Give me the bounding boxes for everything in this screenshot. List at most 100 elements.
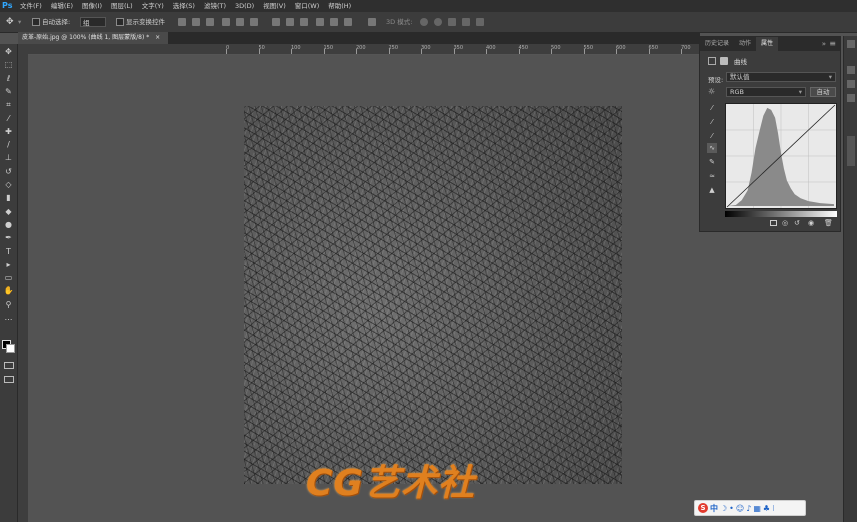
eraser-icon[interactable]: ◇ xyxy=(3,180,14,190)
zoom-icon[interactable]: ⚲ xyxy=(3,300,14,310)
distribute-bottom-icon[interactable] xyxy=(300,18,308,26)
align-left-icon[interactable] xyxy=(222,18,230,26)
distribute-top-icon[interactable] xyxy=(272,18,280,26)
menu-item[interactable]: 视图(V) xyxy=(263,0,286,12)
gradient-icon[interactable]: ▮ xyxy=(3,193,14,203)
smooth-curve-icon[interactable]: ≈ xyxy=(707,171,717,181)
dodge-icon[interactable]: ● xyxy=(3,220,14,230)
menu-item[interactable]: 编辑(E) xyxy=(51,0,73,12)
background-color-swatch[interactable] xyxy=(6,344,15,353)
lasso-icon[interactable]: ℓ xyxy=(3,74,14,84)
3d-roll-icon[interactable] xyxy=(434,18,442,26)
menu-item[interactable]: 文件(F) xyxy=(20,0,42,12)
on-image-adjust-icon[interactable]: ⁄ xyxy=(707,103,717,113)
microphone-icon[interactable]: ♪ xyxy=(746,504,751,513)
move-icon[interactable]: ✥ xyxy=(3,47,14,57)
layers-icon[interactable] xyxy=(847,66,855,74)
stamp-icon[interactable]: ⊥ xyxy=(3,153,14,163)
menu-item[interactable]: 图层(L) xyxy=(111,0,133,12)
healing-icon[interactable]: ✚ xyxy=(3,127,14,137)
3d-scale-icon[interactable] xyxy=(476,18,484,26)
menu-item[interactable]: 帮助(H) xyxy=(328,0,351,12)
brush-icon[interactable]: / xyxy=(3,140,14,150)
type-icon[interactable]: T xyxy=(3,247,14,257)
checkbox-box[interactable] xyxy=(116,18,124,26)
punctuation-icon[interactable]: • xyxy=(729,504,734,513)
document-tab[interactable]: 皮革-原始.jpg @ 100% (曲线 1, 图层蒙版/8) * × xyxy=(18,32,168,44)
tool-preset-chevron-icon[interactable]: ▾ xyxy=(18,17,21,27)
target-adjust-icon[interactable]: ☼ xyxy=(708,87,715,96)
clip-to-layer-icon[interactable] xyxy=(770,220,777,226)
pen-icon[interactable]: ✒ xyxy=(3,233,14,243)
quick-mask-icon[interactable] xyxy=(4,362,14,369)
menu-item[interactable]: 文字(Y) xyxy=(142,0,164,12)
menu-item[interactable]: 3D(D) xyxy=(235,0,254,12)
panel-tab[interactable]: 历史记录 xyxy=(700,37,734,51)
align-right-icon[interactable] xyxy=(250,18,258,26)
clipping-warning-icon[interactable]: ▲ xyxy=(707,185,717,195)
quick-select-icon[interactable]: ✎ xyxy=(3,87,14,97)
skin-icon[interactable]: ♣ xyxy=(763,504,770,513)
paths-icon[interactable] xyxy=(847,94,855,102)
auto-select-checkbox[interactable]: 自动选择: xyxy=(32,17,70,27)
auto-align-icon[interactable] xyxy=(368,18,376,26)
menu-item[interactable]: 窗口(W) xyxy=(295,0,320,12)
blur-icon[interactable]: ◆ xyxy=(3,207,14,217)
align-top-icon[interactable] xyxy=(178,18,186,26)
delete-trash-icon[interactable]: 🗑 xyxy=(824,219,833,227)
rectangle-icon[interactable]: ▭ xyxy=(3,273,14,283)
move-tool-icon[interactable]: ✥ xyxy=(6,17,14,27)
3d-orbit-icon[interactable] xyxy=(420,18,428,26)
visibility-eye-icon[interactable]: ◉ xyxy=(808,219,814,227)
channels-icon[interactable] xyxy=(847,80,855,88)
auto-button[interactable]: 自动 xyxy=(810,87,836,97)
pencil-tool-icon[interactable]: ✎ xyxy=(707,157,717,167)
marquee-icon[interactable]: ⬚ xyxy=(3,60,14,70)
more-tools-icon[interactable]: … xyxy=(3,313,14,323)
view-previous-icon[interactable]: ◎ xyxy=(782,219,788,227)
3d-pan-icon[interactable] xyxy=(448,18,456,26)
menu-item[interactable]: 选择(S) xyxy=(173,0,195,12)
eyedropper-icon[interactable]: ⁄ xyxy=(3,114,14,124)
expand-icon[interactable]: » xyxy=(822,40,826,48)
gray-point-eyedropper-icon[interactable]: ⁄ xyxy=(707,131,717,141)
moon-icon[interactable]: ☽ xyxy=(720,504,727,513)
align-hcenter-icon[interactable] xyxy=(236,18,244,26)
panel-tab[interactable]: 动作 xyxy=(734,37,756,51)
hand-icon[interactable]: ✋ xyxy=(3,286,14,296)
leather-texture-image[interactable] xyxy=(244,106,622,484)
distribute-right-icon[interactable] xyxy=(344,18,352,26)
tools-grid-icon[interactable]: ⁝ xyxy=(772,504,775,513)
align-bottom-icon[interactable] xyxy=(206,18,214,26)
auto-select-dropdown[interactable]: 组 xyxy=(80,17,106,27)
3d-slide-icon[interactable] xyxy=(462,18,470,26)
ime-language[interactable]: 中 xyxy=(710,503,718,514)
reset-icon[interactable]: ↺ xyxy=(794,219,800,227)
curves-histogram[interactable] xyxy=(725,103,837,209)
menu-item[interactable]: 图像(I) xyxy=(82,0,102,12)
distribute-hcenter-icon[interactable] xyxy=(330,18,338,26)
panel-menu-icon[interactable]: ≡ xyxy=(829,39,836,48)
distribute-vcenter-icon[interactable] xyxy=(286,18,294,26)
checkbox-box[interactable] xyxy=(32,18,40,26)
close-icon[interactable]: × xyxy=(155,34,160,41)
layer-mask-icon[interactable] xyxy=(720,57,728,65)
channel-dropdown[interactable]: RGB ▾ xyxy=(726,87,806,97)
panel-collapse-icon[interactable] xyxy=(847,40,855,48)
distribute-left-icon[interactable] xyxy=(316,18,324,26)
curve-point-tool-icon[interactable]: ∿ xyxy=(707,143,717,153)
black-point-eyedropper-icon[interactable]: ⁄ xyxy=(707,117,717,127)
keyboard-icon[interactable]: ▦ xyxy=(753,504,761,513)
crop-icon[interactable]: ⌗ xyxy=(3,100,14,110)
show-transform-checkbox[interactable]: 显示变换控件 xyxy=(116,17,165,27)
preset-dropdown[interactable]: 默认值 ▾ xyxy=(726,72,836,82)
sogou-logo[interactable]: S xyxy=(698,503,708,513)
history-brush-icon[interactable]: ↺ xyxy=(3,167,14,177)
panel-tab[interactable]: 属性 xyxy=(756,37,779,51)
align-vcenter-icon[interactable] xyxy=(192,18,200,26)
emoji-icon[interactable]: ☺ xyxy=(736,504,744,513)
path-select-icon[interactable]: ▸ xyxy=(3,260,14,270)
screen-mode-icon[interactable] xyxy=(4,376,14,383)
menu-item[interactable]: 滤镜(T) xyxy=(204,0,226,12)
scrollbar[interactable] xyxy=(847,136,855,166)
